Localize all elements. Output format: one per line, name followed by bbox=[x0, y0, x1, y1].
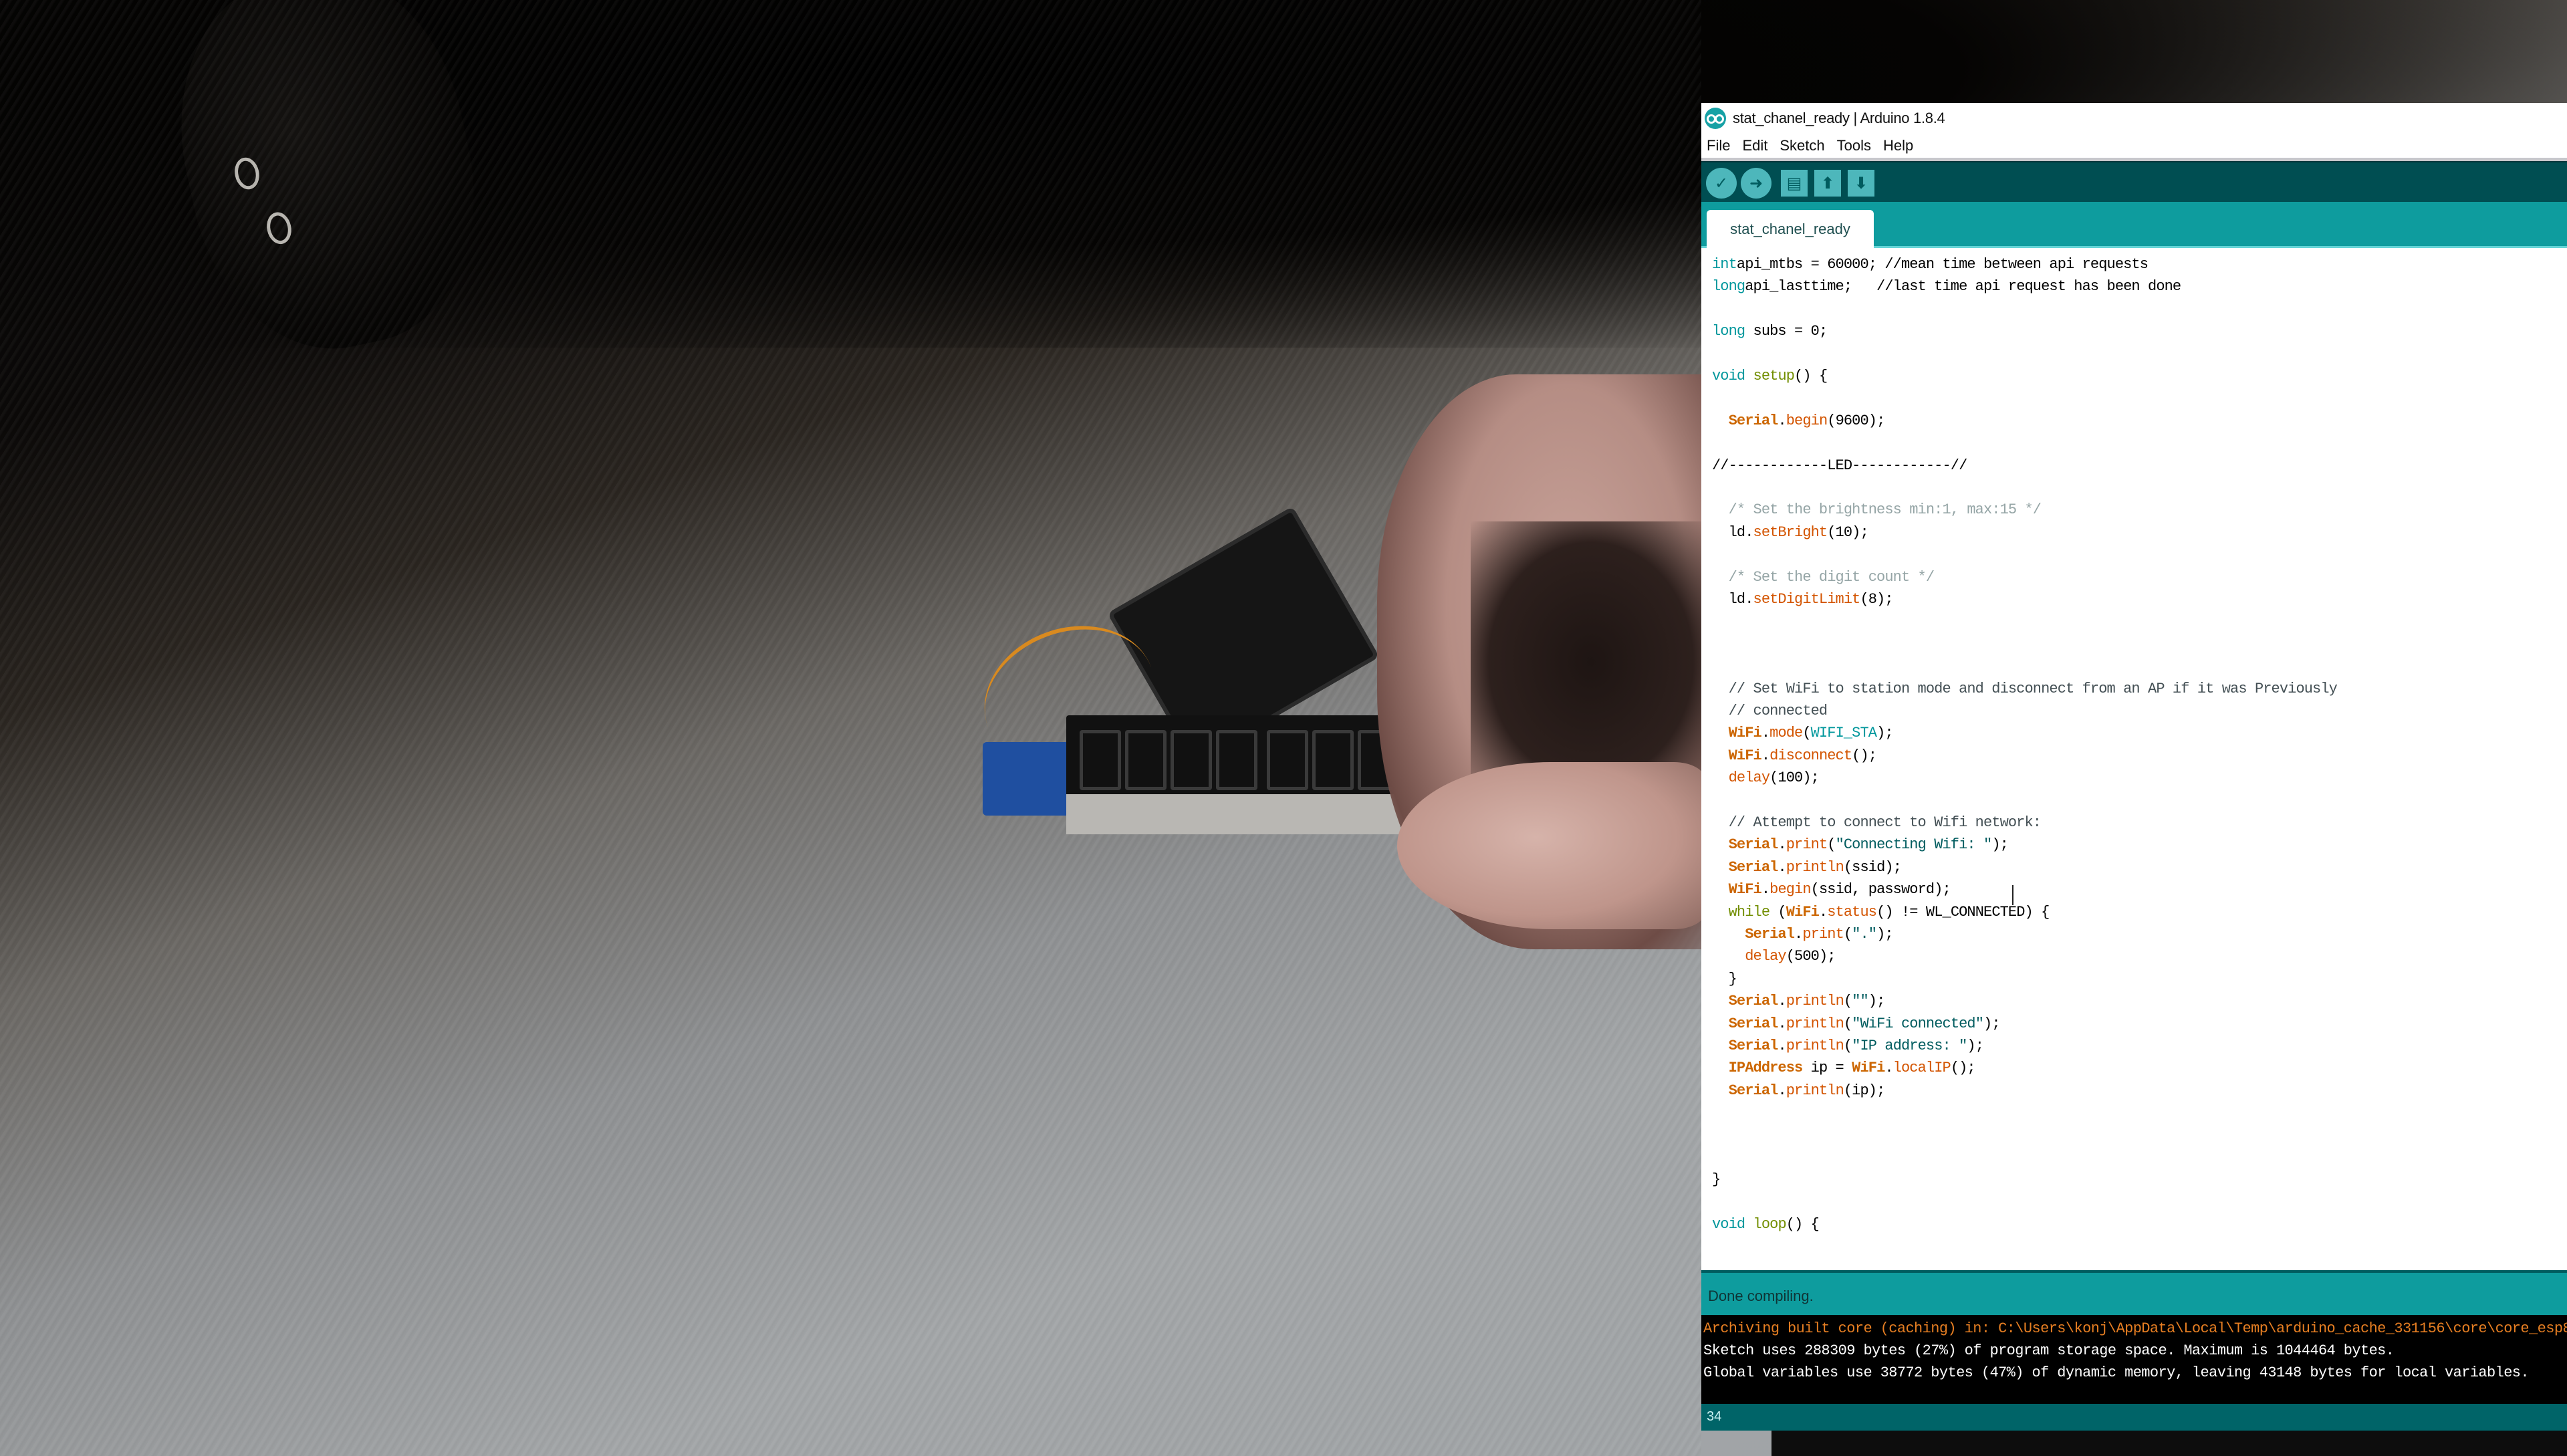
code-line: void loop() { bbox=[1712, 1216, 1820, 1233]
code-line: WiFi.mode(WIFI_STA); bbox=[1728, 725, 1894, 742]
code-line: Serial.println(ssid); bbox=[1728, 858, 1902, 876]
checkmark-icon: ✓ bbox=[1714, 173, 1729, 193]
arduino-ide-window: stat_chanel_ready | Arduino 1.8.4 File E… bbox=[1701, 103, 2567, 1431]
code-line: } bbox=[1712, 1171, 1721, 1189]
code-editor[interactable]: intapi_mtbs = 60000; //mean time between… bbox=[1701, 248, 2567, 1270]
code-line: delay(100); bbox=[1728, 769, 1820, 787]
title-bar: stat_chanel_ready | Arduino 1.8.4 bbox=[1701, 103, 2567, 134]
save-button[interactable]: ⬇ bbox=[1848, 169, 1874, 197]
open-button[interactable]: ⬆ bbox=[1814, 169, 1841, 197]
code-line: // Attempt to connect to Wifi network: bbox=[1712, 814, 2042, 831]
menu-sketch[interactable]: Sketch bbox=[1780, 137, 1824, 154]
menu-edit[interactable]: Edit bbox=[1742, 137, 1767, 154]
code-line: WiFi.begin(ssid, password); bbox=[1728, 881, 1951, 898]
code-line: Serial.println(ip); bbox=[1728, 1082, 1886, 1099]
code-line: Serial.print("."); bbox=[1745, 926, 1893, 943]
code-line: IPAddress ip = WiFi.localIP(); bbox=[1728, 1060, 1976, 1077]
code-line: WiFi.disconnect(); bbox=[1728, 747, 1877, 764]
status-message: Done compiling. bbox=[1708, 1288, 1814, 1304]
code-line: } bbox=[1712, 970, 1737, 987]
new-file-icon: ▤ bbox=[1786, 173, 1802, 193]
menu-file[interactable]: File bbox=[1707, 137, 1730, 154]
menu-bar: File Edit Sketch Tools Help bbox=[1701, 134, 2567, 161]
code-line: // Set WiFi to station mode and disconne… bbox=[1712, 680, 2338, 697]
code-line: ld.setBright(10); bbox=[1712, 523, 1869, 541]
tab-stat-chanel-ready[interactable]: stat_chanel_ready bbox=[1707, 210, 1874, 248]
window-title: stat_chanel_ready | Arduino 1.8.4 bbox=[1733, 110, 1945, 126]
upload-button[interactable]: ➜ bbox=[1741, 167, 1771, 199]
code-line: long subs = 0; bbox=[1712, 323, 1828, 340]
code-line: delay(500); bbox=[1745, 948, 1836, 965]
arrow-right-icon: ➜ bbox=[1749, 173, 1763, 193]
menu-tools[interactable]: Tools bbox=[1837, 137, 1871, 154]
console-output[interactable]: Archiving built core (caching) in: C:\Us… bbox=[1701, 1315, 2567, 1404]
code-line: Serial.println("WiFi connected"); bbox=[1728, 1015, 2001, 1032]
tab-bar: stat_chanel_ready bbox=[1701, 202, 2567, 248]
code-line: Serial.println("IP address: "); bbox=[1728, 1038, 1984, 1054]
max7219-module bbox=[983, 742, 1070, 816]
code-line: intapi_mtbs = 60000; //mean time between… bbox=[1712, 256, 2149, 273]
arrow-down-icon: ⬇ bbox=[1854, 173, 1868, 193]
arduino-logo-icon bbox=[1705, 108, 1726, 129]
code-line: longapi_lasttime; //last time api reques… bbox=[1712, 278, 2181, 295]
code-line: while (WiFi.status() != WL_CONNECTED) { bbox=[1728, 903, 2050, 921]
console-line: Global variables use 38772 bytes (47%) o… bbox=[1703, 1364, 2530, 1381]
current-line-number: 34 bbox=[1707, 1409, 1722, 1424]
code-line: Serial.print("Connecting Wifi: "); bbox=[1728, 836, 2009, 854]
thumb bbox=[1397, 762, 1705, 929]
console-line: Sketch uses 288309 bytes (27%) of progra… bbox=[1703, 1342, 2395, 1359]
code-line: // connected bbox=[1712, 703, 1828, 719]
code-line: ld.setDigitLimit(8); bbox=[1712, 591, 1894, 608]
code-line: Serial.begin(9600); bbox=[1728, 412, 1886, 429]
status-bar: Done compiling. bbox=[1701, 1270, 2567, 1318]
code-line: void setup() { bbox=[1712, 368, 1828, 384]
menu-help[interactable]: Help bbox=[1883, 137, 1913, 154]
code-line: //------------LED------------// bbox=[1712, 457, 1967, 474]
console-line: Archiving built core (caching) in: C:\Us… bbox=[1703, 1320, 2567, 1337]
line-number-bar: 34 bbox=[1701, 1404, 2567, 1431]
code-line: /* Set the brightness min:1, max:15 */ bbox=[1712, 501, 2042, 519]
code-line: /* Set the digit count */ bbox=[1712, 568, 1935, 586]
new-button[interactable]: ▤ bbox=[1781, 169, 1808, 197]
code-line: Serial.println(""); bbox=[1728, 993, 1886, 1010]
verify-button[interactable]: ✓ bbox=[1706, 167, 1737, 199]
arrow-up-icon: ⬆ bbox=[1820, 173, 1835, 193]
toolbar: ✓ ➜ ▤ ⬆ ⬇ bbox=[1701, 161, 2567, 203]
